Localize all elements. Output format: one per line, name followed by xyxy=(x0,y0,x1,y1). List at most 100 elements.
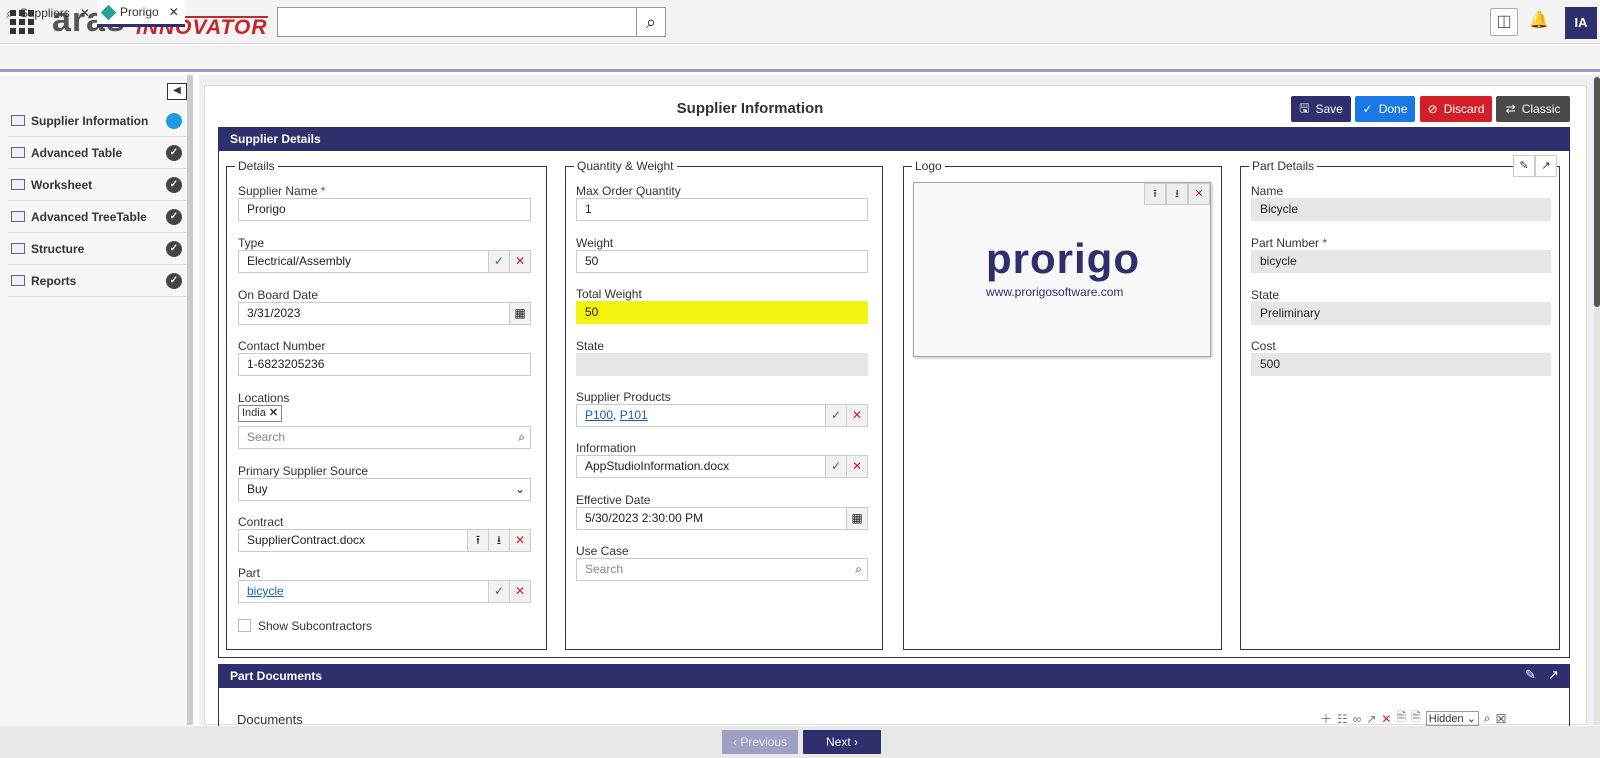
tab-suppliers[interactable]: ⌕ Suppliers ✕ xyxy=(0,0,96,27)
locations-search-input[interactable]: Search ⌕ xyxy=(238,426,531,449)
sidebar-item-reports[interactable]: Reports ✓ xyxy=(8,265,186,297)
save-button[interactable]: 🖫 Save xyxy=(1291,96,1351,122)
sidebar-item-label: Reports xyxy=(31,273,77,288)
open-external-icon[interactable]: ↗ xyxy=(1548,667,1559,683)
total-weight-field: 50 xyxy=(576,301,868,324)
quantity-weight-group: Quantity & Weight Max Order Quantity 1 W… xyxy=(565,159,883,650)
grid-icon xyxy=(11,179,25,190)
tab-bar xyxy=(0,45,1600,72)
clear-icon[interactable]: ✕ xyxy=(1188,183,1210,205)
tab-prorigo[interactable]: Prorigo ✕ xyxy=(97,0,185,27)
add-icon[interactable]: ＋ xyxy=(1320,710,1332,727)
done-button[interactable]: ✓ Done xyxy=(1355,96,1415,122)
field-label: Supplier Name * xyxy=(238,184,326,198)
section-header-supplier-details: Supplier Details xyxy=(218,127,1570,151)
file-name: SupplierContract.docx xyxy=(247,533,366,547)
logo-image-card: ⭱ ⭳ ✕ prorigo www.prorigosoftware.com xyxy=(913,182,1211,357)
upload-icon[interactable]: ⭱ xyxy=(467,530,488,551)
accept-icon[interactable]: ✓ xyxy=(825,456,846,477)
sidebar-item-worksheet[interactable]: Worksheet ✓ xyxy=(8,169,186,201)
classic-view-button[interactable]: ⇄ Classic xyxy=(1496,96,1570,122)
search-icon: ⌕ xyxy=(6,5,14,21)
accept-icon[interactable]: ✓ xyxy=(825,405,846,426)
clear-filter-icon[interactable]: ☒ xyxy=(1496,712,1507,726)
open-icon[interactable]: ↗ xyxy=(1366,712,1376,726)
use-case-search-input[interactable]: Search ⌕ xyxy=(576,558,868,581)
notifications-bell-icon[interactable]: 🔔 xyxy=(1525,8,1553,36)
remove-tag-icon[interactable]: ✕ xyxy=(269,407,278,419)
part-field[interactable]: bicycle ✓ ✕ xyxy=(238,580,531,603)
section-header-part-documents: Part Documents xyxy=(218,664,1570,688)
type-field[interactable]: Electrical/Assembly ✓ ✕ xyxy=(238,250,531,273)
sidebar-item-label: Worksheet xyxy=(31,177,93,192)
sidebar-item-advanced-treetable[interactable]: Advanced TreeTable ✓ xyxy=(8,201,186,233)
previous-button[interactable]: ‹ Previous xyxy=(722,730,798,754)
sidebar-item-structure[interactable]: Structure ✓ xyxy=(8,233,186,265)
onboard-date-field[interactable]: 3/31/2023 ▦ xyxy=(238,302,531,325)
close-tab-icon[interactable]: ✕ xyxy=(80,1,90,26)
part-link[interactable]: bicycle xyxy=(247,584,284,598)
clear-icon[interactable]: ✕ xyxy=(846,405,867,426)
weight-field[interactable]: 50 xyxy=(576,250,868,273)
pick-icon[interactable]: ☷ xyxy=(1337,712,1348,726)
next-button[interactable]: Next › xyxy=(803,730,881,754)
primary-source-select[interactable]: Buy ⌄ xyxy=(238,478,531,501)
supplier-products-field[interactable]: P100, P101 ✓ ✕ xyxy=(576,404,868,427)
clear-icon[interactable]: ✕ xyxy=(846,456,867,477)
effective-date-field[interactable]: 5/30/2023 2:30:00 PM ▦ xyxy=(576,507,868,530)
done-label: Done xyxy=(1378,102,1408,116)
open-external-icon[interactable]: ↗ xyxy=(1535,155,1557,177)
information-field[interactable]: AppStudioInformation.docx ✓ ✕ xyxy=(576,455,868,478)
field-label: State xyxy=(576,339,605,353)
product-link[interactable]: P100 xyxy=(585,408,613,422)
clear-icon[interactable]: ✕ xyxy=(509,530,530,551)
collapse-sidebar-button[interactable]: ◀ xyxy=(167,83,187,100)
view-select[interactable]: Hidden ⌄ xyxy=(1425,711,1479,726)
group-legend: Details xyxy=(235,159,278,173)
show-subcontractors-checkbox[interactable] xyxy=(238,619,251,632)
edit-icon[interactable]: ✎ xyxy=(1513,155,1535,177)
scrollbar-track[interactable] xyxy=(1594,75,1600,725)
chevron-down-icon: ⌄ xyxy=(514,482,525,496)
discard-button[interactable]: ⊘ Discard xyxy=(1420,96,1492,122)
accept-icon[interactable]: ✓ xyxy=(488,581,509,602)
max-order-quantity-field[interactable]: 1 xyxy=(576,198,868,221)
delete-icon[interactable]: ✕ xyxy=(1381,712,1391,726)
structure-icon xyxy=(11,243,25,254)
upload-icon[interactable]: ⭱ xyxy=(1144,183,1166,205)
field-label: Total Weight xyxy=(576,287,642,301)
layout-toggle-button[interactable]: ◫ xyxy=(1490,8,1518,36)
previous-label: Previous xyxy=(740,735,788,749)
sidebar-item-supplier-information[interactable]: Supplier Information xyxy=(8,105,186,137)
contact-number-field[interactable]: 1-6823205236 xyxy=(238,353,531,376)
field-label: Supplier Products xyxy=(576,390,671,404)
product-link[interactable]: P101 xyxy=(620,408,648,422)
global-search-input[interactable] xyxy=(277,7,637,37)
clear-icon[interactable]: ✕ xyxy=(509,251,530,272)
link-icon[interactable]: ∞ xyxy=(1353,712,1362,726)
calendar-icon[interactable]: ▦ xyxy=(846,508,867,529)
calendar-icon[interactable]: ▦ xyxy=(509,303,530,324)
user-avatar[interactable]: IA xyxy=(1565,7,1597,39)
field-label: Type xyxy=(238,236,265,250)
sidebar-item-label: Advanced TreeTable xyxy=(31,209,147,224)
edit-icon[interactable]: ✎ xyxy=(1525,667,1536,683)
search-icon[interactable]: ⌕ xyxy=(855,559,862,580)
search-icon[interactable]: ⌕ xyxy=(1484,711,1491,726)
field-label: Max Order Quantity xyxy=(576,184,681,198)
supplier-name-field[interactable]: Prorigo xyxy=(238,198,531,221)
download-icon[interactable]: ⭳ xyxy=(1166,183,1188,205)
page-title: Supplier Information xyxy=(676,100,824,117)
clear-icon[interactable]: ✕ xyxy=(509,581,530,602)
download-icon[interactable]: ⭳ xyxy=(488,530,509,551)
sidebar-item-advanced-table[interactable]: Advanced Table ✓ xyxy=(8,137,186,169)
tree-table-icon xyxy=(11,211,25,222)
select-value: Hidden xyxy=(1428,713,1464,725)
close-tab-icon[interactable]: ✕ xyxy=(169,0,179,25)
search-icon[interactable]: ⌕ xyxy=(518,427,525,448)
scrollbar-thumb[interactable] xyxy=(1594,77,1600,307)
part-number-field: bicycle xyxy=(1251,250,1551,273)
contract-field[interactable]: SupplierContract.docx ⭱ ⭳ ✕ xyxy=(238,529,531,552)
search-button[interactable]: ⌕ xyxy=(636,7,666,37)
accept-icon[interactable]: ✓ xyxy=(488,251,509,272)
